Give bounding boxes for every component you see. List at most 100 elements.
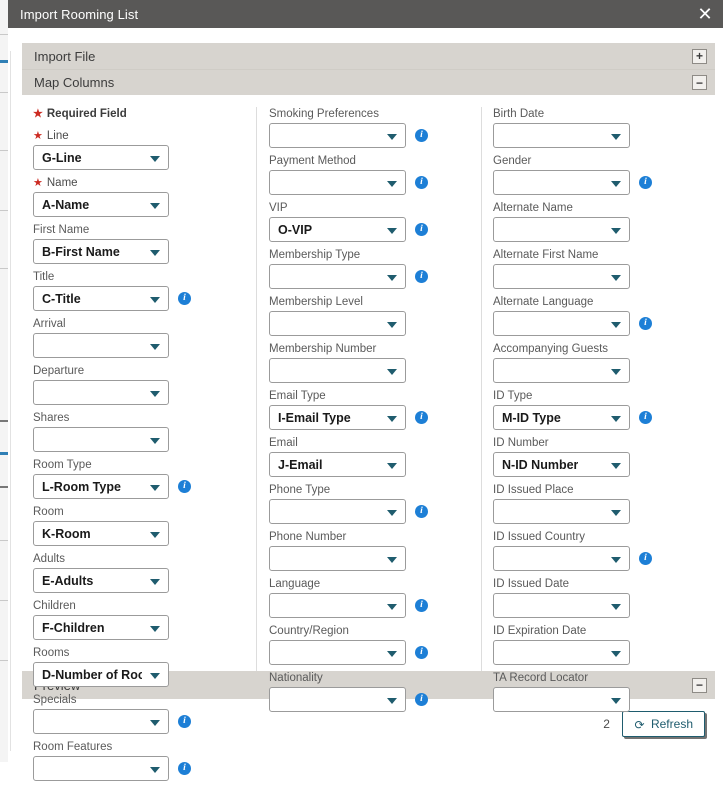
chevron-down-icon[interactable] bbox=[611, 274, 621, 281]
collapse-icon-preview[interactable]: − bbox=[692, 677, 707, 693]
chevron-down-icon[interactable] bbox=[387, 462, 397, 469]
info-icon-email-type[interactable]: i bbox=[415, 411, 428, 424]
chevron-down-icon[interactable] bbox=[150, 625, 160, 632]
select-id-expiration-date[interactable] bbox=[493, 640, 630, 665]
select-birth-date[interactable] bbox=[493, 123, 630, 148]
select-arrival[interactable] bbox=[33, 333, 169, 358]
select-alternate-first-name[interactable] bbox=[493, 264, 630, 289]
section-header-import-file[interactable]: Import File + bbox=[22, 43, 715, 69]
chevron-down-icon[interactable] bbox=[150, 296, 160, 303]
select-rooms[interactable]: D-Number of Rooms bbox=[33, 662, 169, 687]
select-first-name[interactable]: B-First Name bbox=[33, 239, 169, 264]
select-id-issued-country[interactable] bbox=[493, 546, 630, 571]
chevron-down-icon[interactable] bbox=[150, 672, 160, 679]
info-icon-payment-method[interactable]: i bbox=[415, 176, 428, 189]
select-id-type[interactable]: M-ID Type bbox=[493, 405, 630, 430]
select-ta-record-locator[interactable] bbox=[493, 687, 630, 712]
chevron-down-icon[interactable] bbox=[150, 249, 160, 256]
select-phone-number[interactable] bbox=[269, 546, 406, 571]
select-email[interactable]: J-Email bbox=[269, 452, 406, 477]
select-gender[interactable] bbox=[493, 170, 630, 195]
select-country-region[interactable] bbox=[269, 640, 406, 665]
info-icon-title[interactable]: i bbox=[178, 292, 191, 305]
section-header-map-columns[interactable]: Map Columns − bbox=[22, 69, 715, 95]
chevron-down-icon[interactable] bbox=[387, 368, 397, 375]
chevron-down-icon[interactable] bbox=[387, 180, 397, 187]
select-membership-level[interactable] bbox=[269, 311, 406, 336]
info-icon-language[interactable]: i bbox=[415, 599, 428, 612]
select-smoking-preferences[interactable] bbox=[269, 123, 406, 148]
select-room-features[interactable] bbox=[33, 756, 169, 781]
chevron-down-icon[interactable] bbox=[611, 180, 621, 187]
select-phone-type[interactable] bbox=[269, 499, 406, 524]
select-adults[interactable]: E-Adults bbox=[33, 568, 169, 593]
chevron-down-icon[interactable] bbox=[387, 274, 397, 281]
info-icon-room-features[interactable]: i bbox=[178, 762, 191, 775]
select-id-issued-place[interactable] bbox=[493, 499, 630, 524]
chevron-down-icon[interactable] bbox=[611, 462, 621, 469]
select-line[interactable]: G-Line bbox=[33, 145, 169, 170]
chevron-down-icon[interactable] bbox=[150, 531, 160, 538]
select-accompanying-guests[interactable] bbox=[493, 358, 630, 383]
select-title[interactable]: C-Title bbox=[33, 286, 169, 311]
select-id-number[interactable]: N-ID Number bbox=[493, 452, 630, 477]
select-id-issued-date[interactable] bbox=[493, 593, 630, 618]
chevron-down-icon[interactable] bbox=[611, 556, 621, 563]
select-children[interactable]: F-Children bbox=[33, 615, 169, 640]
chevron-down-icon[interactable] bbox=[150, 343, 160, 350]
select-nationality[interactable] bbox=[269, 687, 406, 712]
select-alternate-language[interactable] bbox=[493, 311, 630, 336]
chevron-down-icon[interactable] bbox=[150, 437, 160, 444]
chevron-down-icon[interactable] bbox=[611, 415, 621, 422]
chevron-down-icon[interactable] bbox=[387, 133, 397, 140]
select-room[interactable]: K-Room bbox=[33, 521, 169, 546]
chevron-down-icon[interactable] bbox=[611, 603, 621, 610]
chevron-down-icon[interactable] bbox=[387, 650, 397, 657]
chevron-down-icon[interactable] bbox=[387, 509, 397, 516]
select-departure[interactable] bbox=[33, 380, 169, 405]
info-icon-alternate-language[interactable]: i bbox=[639, 317, 652, 330]
select-specials[interactable] bbox=[33, 709, 169, 734]
info-icon-gender[interactable]: i bbox=[639, 176, 652, 189]
info-icon-id-issued-country[interactable]: i bbox=[639, 552, 652, 565]
chevron-down-icon[interactable] bbox=[611, 321, 621, 328]
chevron-down-icon[interactable] bbox=[611, 227, 621, 234]
info-icon-room-type[interactable]: i bbox=[178, 480, 191, 493]
chevron-down-icon[interactable] bbox=[150, 484, 160, 491]
select-membership-type[interactable] bbox=[269, 264, 406, 289]
chevron-down-icon[interactable] bbox=[387, 556, 397, 563]
chevron-down-icon[interactable] bbox=[150, 719, 160, 726]
info-icon-vip[interactable]: i bbox=[415, 223, 428, 236]
chevron-down-icon[interactable] bbox=[611, 509, 621, 516]
chevron-down-icon[interactable] bbox=[150, 202, 160, 209]
chevron-down-icon[interactable] bbox=[387, 227, 397, 234]
chevron-down-icon[interactable] bbox=[150, 390, 160, 397]
select-payment-method[interactable] bbox=[269, 170, 406, 195]
chevron-down-icon[interactable] bbox=[611, 650, 621, 657]
select-vip[interactable]: O-VIP bbox=[269, 217, 406, 242]
info-icon-smoking-preferences[interactable]: i bbox=[415, 129, 428, 142]
info-icon-id-type[interactable]: i bbox=[639, 411, 652, 424]
chevron-down-icon[interactable] bbox=[611, 697, 621, 704]
info-icon-country-region[interactable]: i bbox=[415, 646, 428, 659]
chevron-down-icon[interactable] bbox=[387, 603, 397, 610]
select-language[interactable] bbox=[269, 593, 406, 618]
info-icon-specials[interactable]: i bbox=[178, 715, 191, 728]
info-icon-phone-type[interactable]: i bbox=[415, 505, 428, 518]
chevron-down-icon[interactable] bbox=[611, 133, 621, 140]
chevron-down-icon[interactable] bbox=[150, 578, 160, 585]
chevron-down-icon[interactable] bbox=[150, 766, 160, 773]
expand-icon-import-file[interactable]: + bbox=[692, 48, 707, 64]
select-shares[interactable] bbox=[33, 427, 169, 452]
info-icon-membership-type[interactable]: i bbox=[415, 270, 428, 283]
chevron-down-icon[interactable] bbox=[387, 697, 397, 704]
chevron-down-icon[interactable] bbox=[150, 155, 160, 162]
info-icon-nationality[interactable]: i bbox=[415, 693, 428, 706]
select-email-type[interactable]: I-Email Type bbox=[269, 405, 406, 430]
chevron-down-icon[interactable] bbox=[611, 368, 621, 375]
close-icon[interactable]: ✕ bbox=[687, 0, 723, 28]
select-alternate-name[interactable] bbox=[493, 217, 630, 242]
chevron-down-icon[interactable] bbox=[387, 415, 397, 422]
select-room-type[interactable]: L-Room Type bbox=[33, 474, 169, 499]
collapse-icon-map-columns[interactable]: − bbox=[692, 75, 707, 90]
